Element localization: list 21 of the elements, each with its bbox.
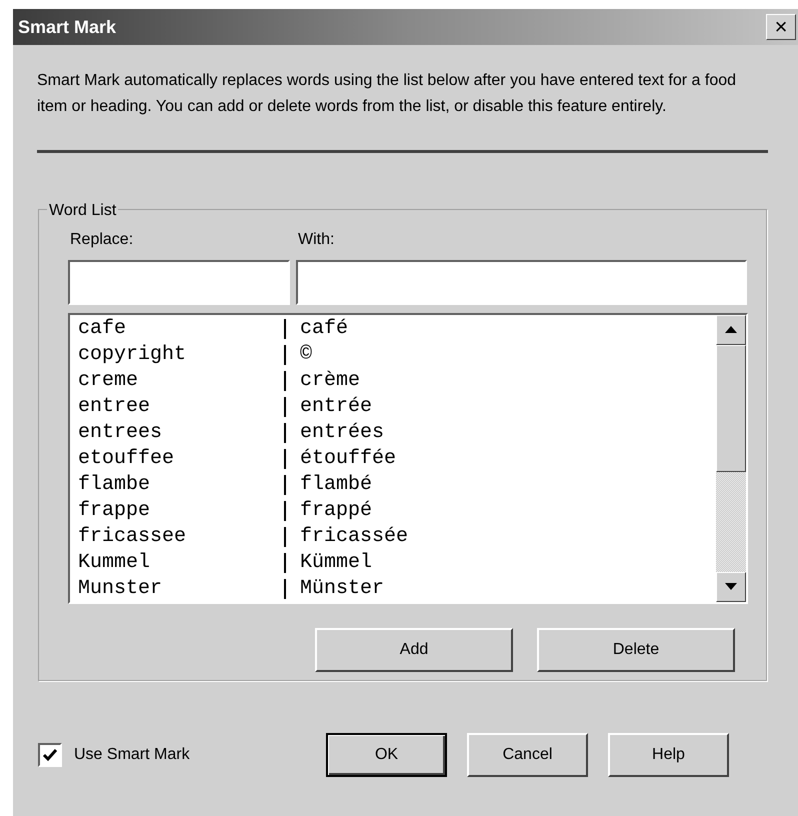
dialog-button[interactable]: Cancel	[467, 733, 588, 777]
window-title: Smart Mark	[18, 16, 116, 38]
scroll-thumb[interactable]	[716, 345, 746, 472]
dialog-button[interactable]: Help	[608, 733, 729, 777]
list-action-button[interactable]: Add	[315, 628, 513, 672]
scroll-up-button[interactable]	[716, 315, 746, 345]
checkbox[interactable]	[38, 743, 62, 767]
list-action-button[interactable]: Delete	[537, 628, 735, 672]
scrollbar[interactable]	[716, 315, 746, 602]
replace-label: Replace:	[70, 230, 134, 250]
description-text: Smart Mark automatically replaces words using the list below after you have entered text for a food item or heading. You can add or delete words from the list, or disable this feature entirely.	[37, 71, 738, 117]
up-arrow-icon	[725, 326, 737, 334]
dialog-button[interactable]: OK	[326, 733, 447, 777]
close-button[interactable]: ×	[766, 14, 796, 40]
with-input-field[interactable]	[296, 260, 747, 305]
replace-input-field[interactable]	[68, 260, 290, 305]
scroll-down-button[interactable]	[716, 572, 746, 602]
checkmark-icon	[42, 747, 58, 763]
with-label: With:	[298, 230, 334, 250]
down-arrow-icon	[725, 583, 737, 591]
checkbox-label: Use Smart Mark	[74, 745, 191, 765]
